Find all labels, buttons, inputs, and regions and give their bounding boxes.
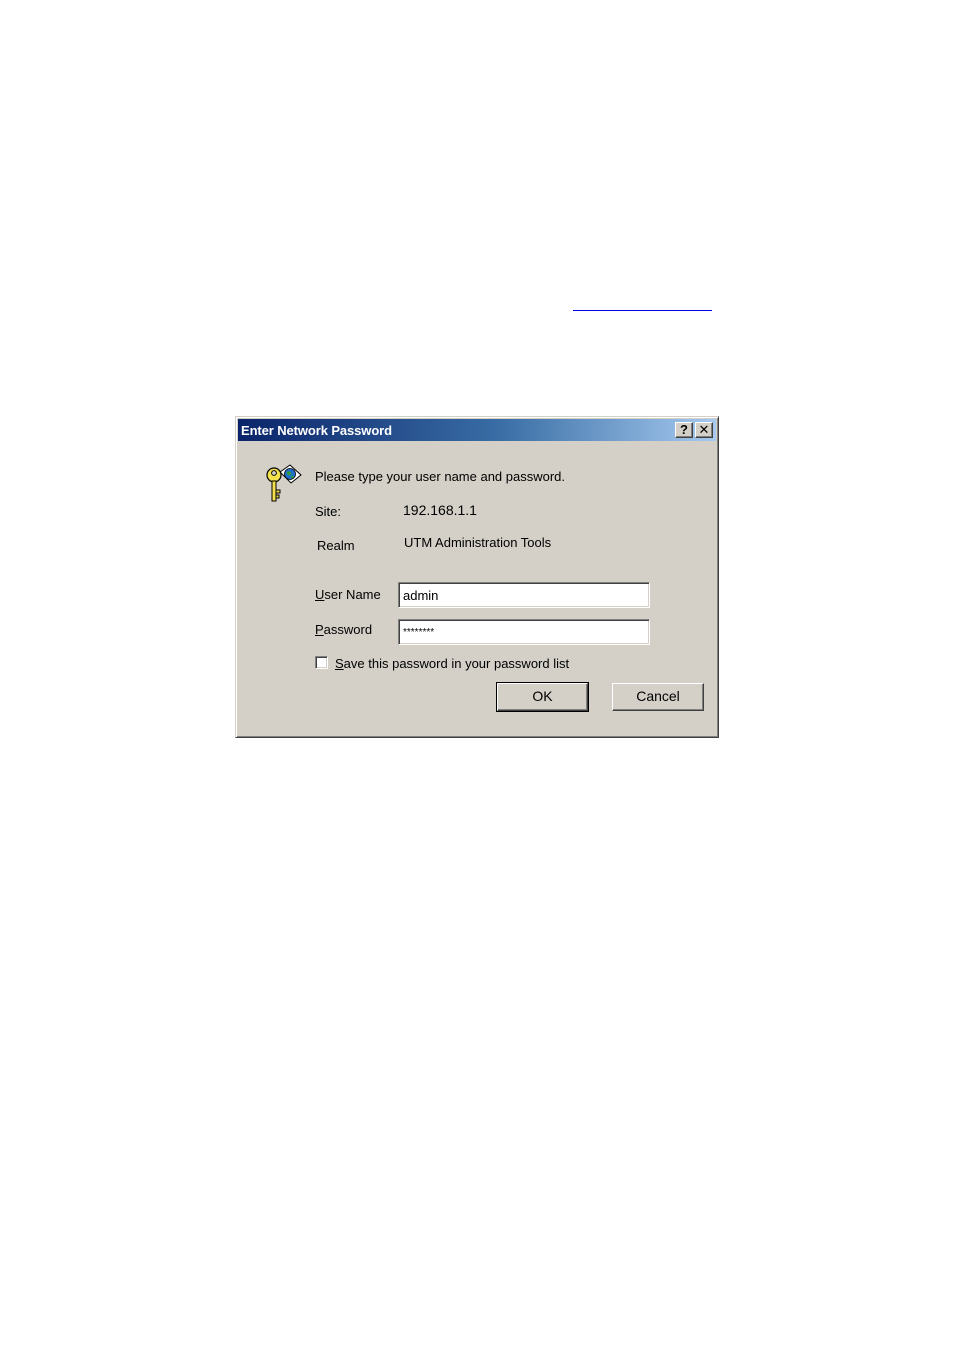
close-button[interactable]: ✕ xyxy=(695,422,713,438)
site-label: Site: xyxy=(315,504,342,519)
user-name-input[interactable] xyxy=(398,582,650,608)
password-label: Password xyxy=(315,622,372,637)
key-globe-icon xyxy=(266,464,302,502)
help-button[interactable]: ? xyxy=(675,422,693,438)
password-accelerator: P xyxy=(315,622,324,637)
user-name-label: User Name xyxy=(315,587,381,602)
cancel-button[interactable]: Cancel xyxy=(612,683,704,711)
page: Enter Network Password ? ✕ Please type y… xyxy=(0,0,954,1350)
enter-network-password-dialog: Enter Network Password ? ✕ Please type y… xyxy=(235,416,719,738)
site-value: 192.168.1.1 xyxy=(403,502,477,518)
password-label-text: assword xyxy=(323,622,373,637)
realm-value: UTM Administration Tools xyxy=(404,535,552,550)
dialog-titlebar[interactable]: Enter Network Password ? ✕ xyxy=(238,419,716,441)
user-name-accelerator: U xyxy=(315,587,325,602)
dialog-title: Enter Network Password xyxy=(241,423,392,438)
save-password-accelerator: S xyxy=(335,656,344,671)
save-password-label[interactable]: Save this password in your password list xyxy=(335,656,569,671)
save-password-checkbox[interactable] xyxy=(315,656,328,669)
save-password-label-text: ave this password in your password list xyxy=(343,656,570,671)
prompt-text: Please type your user name and password. xyxy=(315,469,566,484)
user-name-label-text: ser Name xyxy=(324,587,381,602)
ok-button[interactable]: OK xyxy=(496,682,589,712)
password-input[interactable] xyxy=(398,619,650,645)
link-underline[interactable] xyxy=(573,310,712,311)
realm-label: Realm xyxy=(317,538,355,553)
